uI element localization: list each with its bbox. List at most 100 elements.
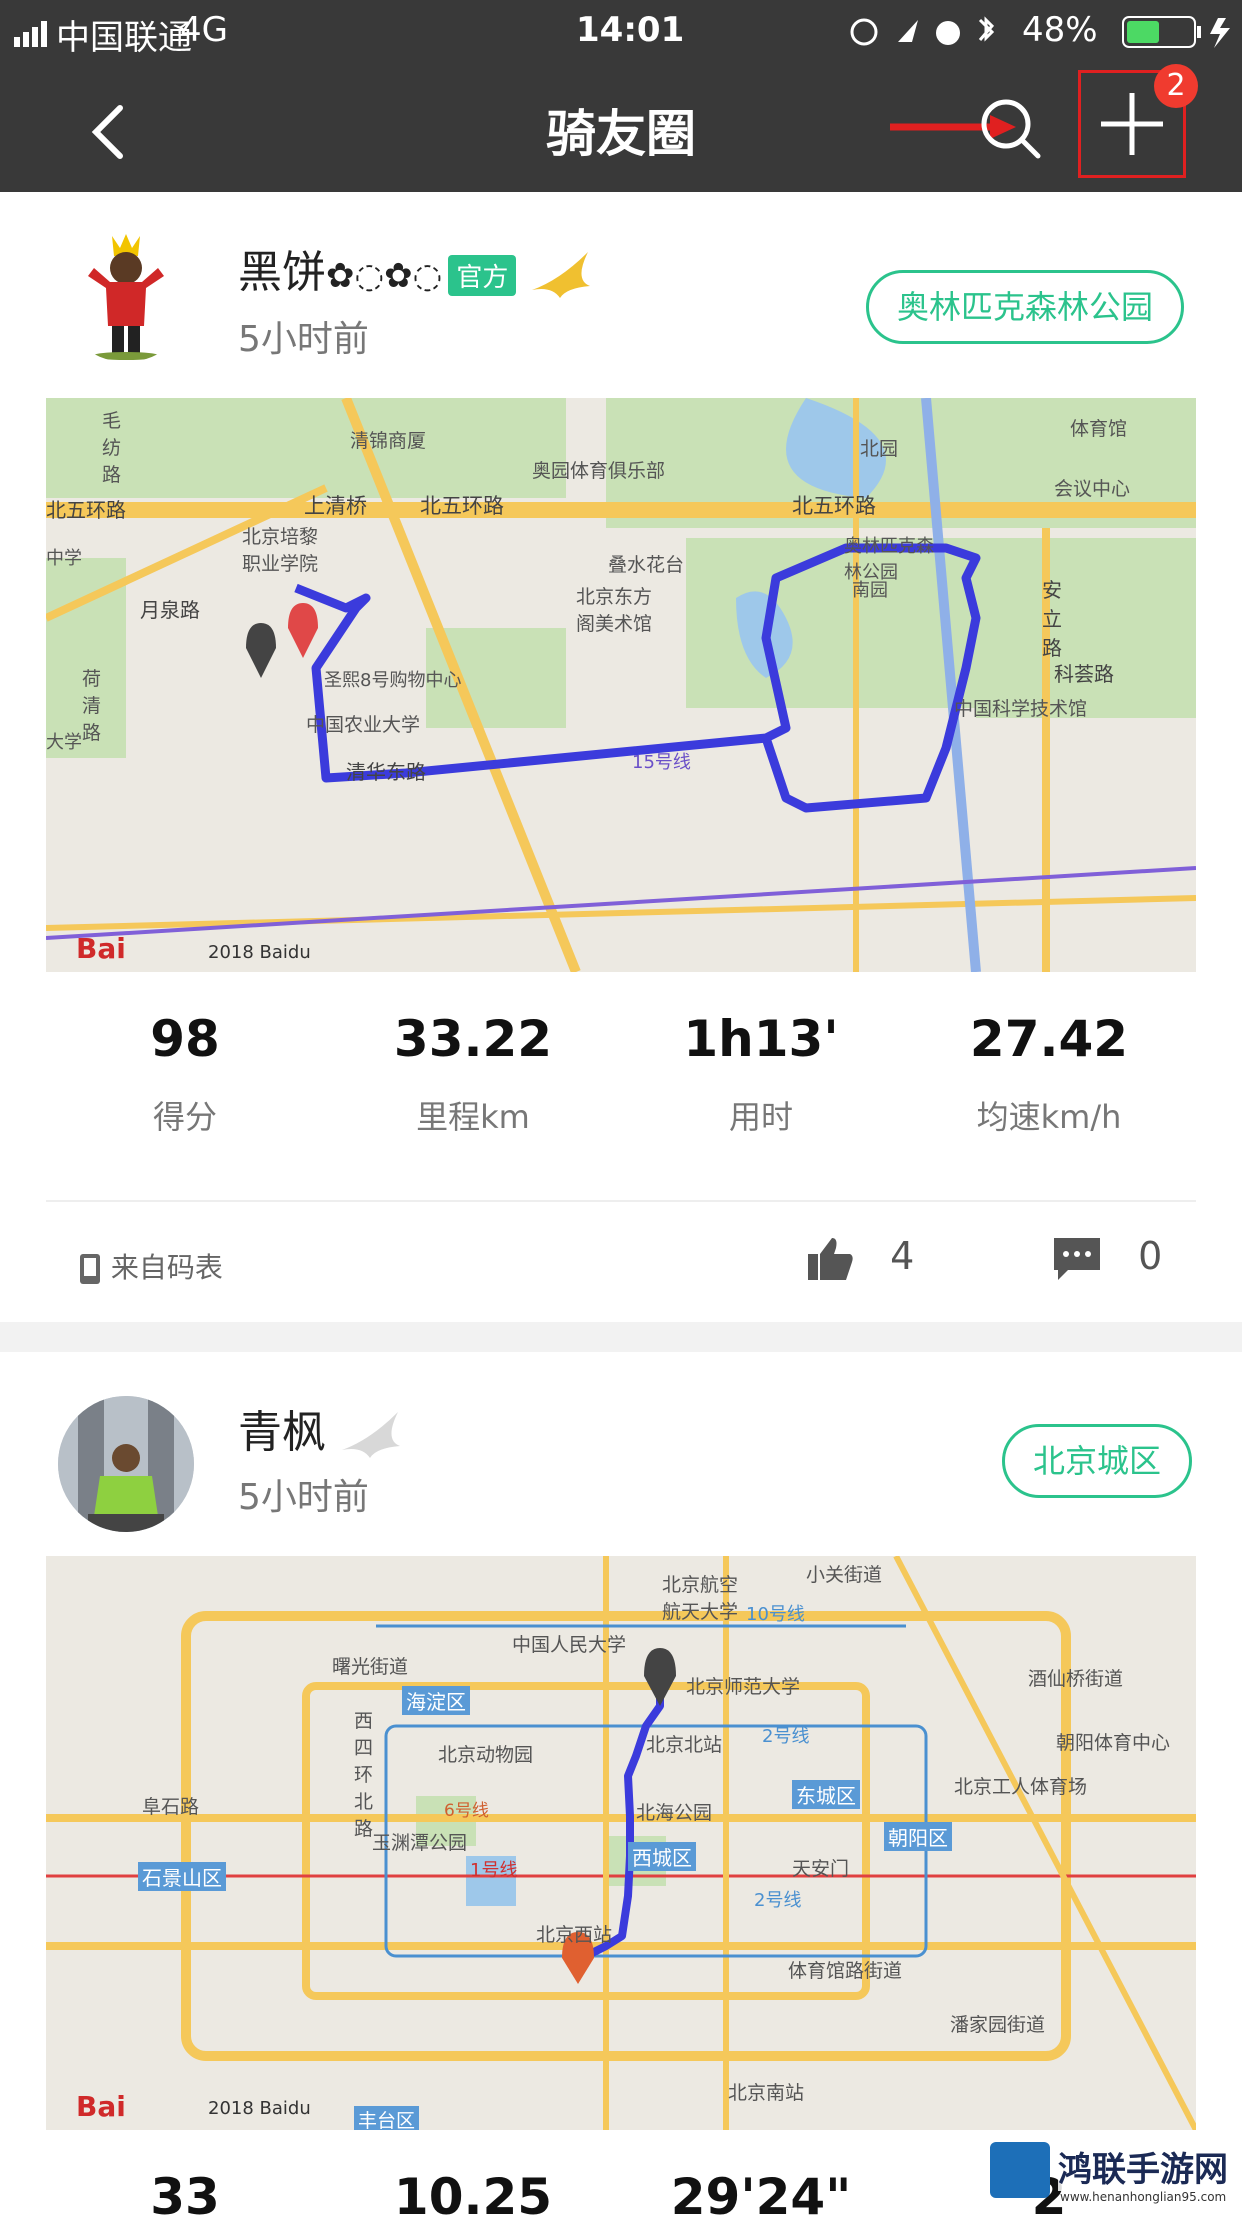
carrier-label: 中国联通 <box>56 18 192 58</box>
like-button[interactable]: 4 <box>806 1234 914 1282</box>
map-label: 西四环北路 <box>354 1710 374 1840</box>
divider-line <box>46 1200 1196 1202</box>
map-label: 毛纺路 <box>102 410 122 486</box>
map-label: 小关街道 <box>806 1564 883 1586</box>
watermark-text: 鸿联手游网 <box>1058 2142 1228 2191</box>
swallow-icon <box>532 252 591 298</box>
map-label: 中学 <box>46 548 82 569</box>
distance-value: 10.25 <box>393 2168 553 2226</box>
map-label: 北京北站 <box>646 1734 723 1756</box>
page-title: 骑友圈 <box>546 105 696 163</box>
map-label: 月泉路 <box>140 598 200 622</box>
map-label: 北京航空航天大学 <box>662 1574 739 1623</box>
map-label: 2号线 <box>762 1726 810 1747</box>
map-label: 天安门 <box>792 1858 850 1880</box>
map-label: 北京师范大学 <box>686 1676 801 1698</box>
map-label: 北五环路 <box>46 498 126 522</box>
map-label: 东城区 <box>792 1780 860 1809</box>
map-label: 北京培黎职业学院 <box>242 526 319 575</box>
map-label: 中国农业大学 <box>306 714 421 736</box>
map-label: 荷清路 <box>82 668 102 744</box>
map-label: 体育馆路街道 <box>788 1960 903 1982</box>
duration-value: 29'24" <box>670 2168 852 2226</box>
score-label: 得分 <box>152 1098 217 1136</box>
svg-text:Bai: Bai <box>76 2090 126 2123</box>
svg-text:Bai: Bai <box>76 932 126 965</box>
map-graphic: Bai <box>46 398 1196 972</box>
notification-badge: 2 <box>1154 64 1198 108</box>
map-label: 安立路 <box>1042 578 1062 660</box>
route-map[interactable]: Bai 清锦商厦 奥园体育俱乐部 北园 体育馆 会议中心 北五环路 上清桥 北五… <box>46 398 1196 972</box>
official-badge: 官方 <box>448 254 517 296</box>
comment-button[interactable]: 0 <box>1052 1234 1162 1282</box>
map-label: 潘家园街道 <box>950 2014 1046 2036</box>
user-name[interactable]: 黑饼✿◌✿◌ 官方 <box>238 236 592 300</box>
like-count: 4 <box>890 1234 915 1278</box>
route-map[interactable]: Bai 北京航空航天大学 中国人民大学 10号线 北京师范大学 小关街道 曙光街… <box>46 1556 1196 2130</box>
map-label: 体育馆 <box>1070 418 1128 440</box>
map-label: 圣熙8号购物中心 <box>324 670 462 691</box>
map-label: 北京工人体育场 <box>954 1776 1088 1798</box>
post-time: 5小时前 <box>238 1477 369 1518</box>
map-label: 玉渊潭公园 <box>372 1832 468 1854</box>
duration-label: 用时 <box>728 1098 793 1136</box>
map-label: 科荟路 <box>1054 662 1114 686</box>
map-label: 阜石路 <box>142 1796 200 1818</box>
map-label: 上清桥 <box>304 494 367 518</box>
map-label: 朝阳体育中心 <box>1056 1732 1171 1754</box>
map-label: 南园 <box>852 580 888 601</box>
comment-icon <box>1054 1237 1100 1280</box>
map-label: 酒仙桥街道 <box>1028 1668 1124 1690</box>
map-label: 2号线 <box>754 1890 802 1911</box>
location-tag[interactable]: 北京城区 <box>1002 1424 1193 1498</box>
map-label: 北五环路 <box>420 494 504 518</box>
source-info: 来自码表 <box>78 1246 223 1286</box>
map-label: 北园 <box>860 438 899 460</box>
location-tag[interactable]: 奥林匹克森林公园 <box>866 270 1185 344</box>
watermark-logo <box>990 2142 1050 2198</box>
distance-label: 里程km <box>416 1098 530 1136</box>
thumbs-up-icon <box>808 1237 853 1280</box>
search-icon[interactable] <box>976 94 1046 168</box>
feed-post: 黑饼✿◌✿◌ 官方 5小时前 奥林匹克森林公园 Bai 清锦商厦 奥园体育俱乐部… <box>0 192 1242 1322</box>
map-label: 西城区 <box>628 1842 696 1871</box>
map-label: 中国科学技术馆 <box>954 698 1088 720</box>
map-label: 丰台区 <box>354 2106 420 2130</box>
user-name[interactable]: 青枫 <box>238 1396 402 1460</box>
feed-post: 青枫 5小时前 北京城区 Bai 北京航空航天大学 中国人民大学 10号线 北京… <box>0 1352 1242 2226</box>
network-label: 4G <box>180 10 228 50</box>
avatar[interactable] <box>58 1396 194 1532</box>
comment-count: 0 <box>1138 1234 1163 1278</box>
watch-icon <box>80 1254 100 1284</box>
clock: 14:01 <box>576 10 685 50</box>
map-label: 6号线 <box>444 1801 489 1821</box>
map-label: 北海公园 <box>636 1802 713 1824</box>
map-copyright: 2018 Baidu <box>208 942 311 963</box>
map-label: 曙光街道 <box>332 1656 409 1678</box>
map-label: 海淀区 <box>402 1686 470 1715</box>
watermark-url: www.henanhonglian95.com <box>1060 2190 1227 2204</box>
avatar-image <box>88 234 164 360</box>
swallow-icon <box>342 1412 400 1458</box>
status-bar: 中国联通 4G 14:01 48% <box>0 0 1242 64</box>
distance-value: 33.22 <box>393 1010 553 1068</box>
battery-label: 48% <box>1022 10 1098 50</box>
map-label: 叠水花台 <box>608 554 685 576</box>
post-separator <box>0 1322 1242 1352</box>
battery-icon <box>1122 16 1238 57</box>
map-label: 北京南站 <box>728 2082 805 2104</box>
map-label: 15号线 <box>632 752 691 773</box>
map-label: 会议中心 <box>1054 478 1131 500</box>
map-label: 石景山区 <box>138 1862 226 1891</box>
avatar[interactable] <box>58 226 194 362</box>
map-label: 清华东路 <box>346 760 426 784</box>
map-label: 1号线 <box>470 1860 518 1881</box>
map-label: 北京东方阁美术馆 <box>576 586 653 635</box>
avatar-image <box>58 1396 194 1532</box>
speed-value: 27.42 <box>969 1010 1129 1068</box>
map-label: 大学 <box>46 732 82 753</box>
post-time: 5小时前 <box>238 319 369 360</box>
map-label: 北京西站 <box>536 1924 613 1946</box>
nav-bar: 骑友圈 2 <box>0 64 1242 192</box>
map-label: 清锦商厦 <box>350 430 427 452</box>
